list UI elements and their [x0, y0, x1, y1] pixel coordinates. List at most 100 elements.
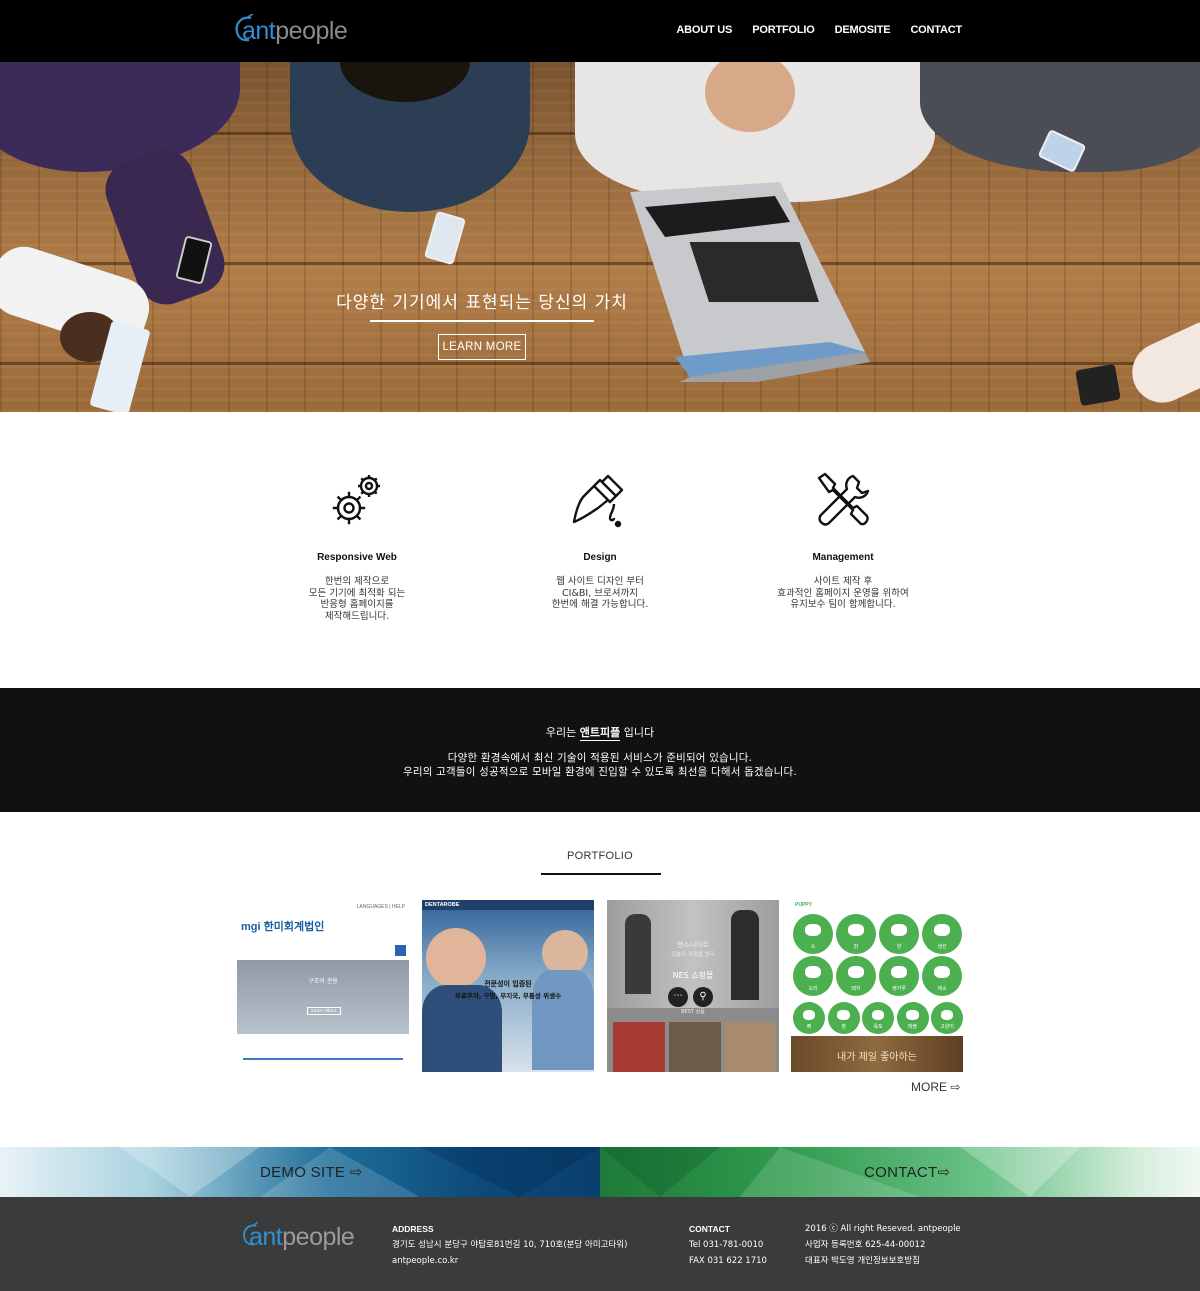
logo-arc-icon [243, 1221, 259, 1246]
representative-line[interactable]: 대표자 박도영 개인정보보호방침 [805, 1253, 961, 1269]
nav-demosite[interactable]: DEMOSITE [835, 24, 891, 36]
mgi-banner [237, 960, 409, 1034]
feature-responsive-web: Responsive Web 한번의 제작으로 모든 기기에 최적화 되는 반응… [257, 470, 457, 622]
nes-product [725, 1022, 775, 1072]
puppy-tile: 양 [879, 914, 919, 954]
site-header: ant people ABOUT US PORTFOLIO DEMOSITE CO… [0, 0, 1200, 62]
feature-title: Design [583, 552, 617, 563]
about-section: 우리는 앤트피플 입니다 다양한 환경속에서 최신 기술이 적용된 서비스가 준… [0, 688, 1200, 812]
portfolio-item-puppy[interactable]: PUPPY 소 닭 양 생선 오리 돼지 캥거루 채소 뼈 껌 육포 테블 고양이 내가 제일 좋아하는 [791, 900, 963, 1072]
paint-brush-icon [572, 474, 624, 528]
portfolio-item-dentarobe[interactable]: DENTAROBE 전문성이 입증된 무료주차, 구멍, 무지국, 무통성 위생… [422, 900, 594, 1072]
portfolio-item-nes-shop[interactable]: 앤소니아트 오늘이 가장을 돕다 NES 쇼핑몰 ⋯ ⚲ BEST 상품 [607, 900, 779, 1072]
dentarobe-brand: DENTAROBE [425, 902, 460, 908]
puppy-tile: 육포 [862, 1002, 894, 1034]
feature-design: Design 웹 사이트 디자인 부터 CI&BI, 브로셔까지 한번에 해결 … [500, 470, 700, 611]
feature-description: 사이트 제작 후 효과적인 홈페이지 운영을 위하여 유지보수 팀이 함께합니다… [777, 576, 909, 610]
puppy-banner-text: 내가 제일 좋아하는 [837, 1052, 917, 1063]
about-text: 다양한 환경속에서 최신 기술이 적용된 서비스가 준비되어 있습니다. 우리의… [403, 752, 797, 778]
animal-icon [805, 923, 821, 937]
puppy-tile-label: 캥거루 [892, 986, 906, 992]
feature-description: 웹 사이트 디자인 부터 CI&BI, 브로셔까지 한번에 해결 가능합니다. [551, 576, 649, 610]
arrow-right-icon: ⇨ [349, 1164, 363, 1181]
puppy-tile-label: 양 [896, 944, 902, 950]
arrow-right-icon: ⇨ [950, 1080, 961, 1094]
feature-management: Management 사이트 제작 후 효과적인 홈페이지 운영을 위하여 유지… [743, 470, 943, 611]
contact-banner[interactable]: CONTACT⇨ [600, 1147, 1200, 1197]
animal-icon [871, 1009, 885, 1020]
learn-more-button[interactable]: LEARN MORE [438, 334, 526, 360]
nav-contact[interactable]: CONTACT [910, 24, 962, 36]
puppy-tile-label: 고양이 [940, 1024, 954, 1030]
portfolio-heading: PORTFOLIO [566, 850, 634, 862]
nes-product [613, 1022, 665, 1072]
footer-logo[interactable]: ant people [243, 1221, 355, 1252]
site-logo[interactable]: ant people [235, 14, 348, 48]
puppy-tile-label: 소 [810, 944, 816, 950]
more-label: MORE [911, 1080, 947, 1094]
puppy-tile: 생선 [922, 914, 962, 954]
feature-title: Responsive Web [317, 552, 397, 563]
more-dots-icon[interactable]: ⋯ [668, 987, 688, 1007]
nes-best-tag: BEST 상품 [681, 1009, 705, 1015]
mgi-menu-icon [395, 945, 406, 956]
puppy-tile: 소 [793, 914, 833, 954]
contact-heading: CONTACT [689, 1224, 730, 1234]
puppy-tile: 채소 [922, 956, 962, 996]
feature-title: Management [812, 552, 874, 563]
dentarobe-caption-2: 무료주차, 구멍, 무지국, 무통성 위생수 [454, 992, 562, 1000]
portfolio-more-link[interactable]: MORE ⇨ [911, 1080, 960, 1094]
link-icon[interactable]: ⚲ [693, 987, 713, 1007]
footer-address: ADDRESS 경기도 성남시 분당구 야탑로81번길 10, 710호(분당 … [392, 1221, 627, 1269]
puppy-tile-label: 닭 [853, 944, 859, 950]
smartphone-icon [1075, 363, 1121, 407]
nes-label: NES 쇼핑몰 [672, 971, 714, 980]
hero-title: 다양한 기기에서 표현되는 당신의 가치 [336, 293, 628, 313]
nav-portfolio[interactable]: PORTFOLIO [752, 24, 815, 36]
puppy-tile: 돼지 [836, 956, 876, 996]
puppy-tile: 뼈 [793, 1002, 825, 1034]
puppy-tile: 닭 [836, 914, 876, 954]
puppy-tile: 캥거루 [879, 956, 919, 996]
puppy-tile-label: 채소 [937, 986, 947, 992]
puppy-tile-label: 육포 [873, 1024, 883, 1030]
animal-icon [906, 1009, 919, 1020]
hero-banner: 다양한 기기에서 표현되는 당신의 가치 LEARN MORE [0, 62, 1200, 412]
address-line: 경기도 성남시 분당구 야탑로81번길 10, 710호(분당 아미고타워) [392, 1240, 628, 1250]
copyright-line: 2016 ⓒ All right Reseved. antpeople [805, 1224, 961, 1234]
puppy-tile: 테블 [896, 1002, 929, 1034]
portfolio-divider [541, 873, 661, 875]
mgi-learn-more: Learn More [307, 1007, 341, 1015]
mgi-brand: mgi 한미회계법인 [241, 921, 325, 933]
puppy-tile: 껌 [827, 1002, 860, 1034]
footer-contact: CONTACT Tel 031-781-0010 FAX 031 622 171… [689, 1221, 767, 1269]
feature-description: 한번의 제작으로 모든 기기에 최적화 되는 반응형 홈페이지를 제작해드립니다… [308, 576, 406, 622]
website-line[interactable]: antpeople.co.kr [392, 1253, 627, 1269]
logo-arc-icon [235, 14, 254, 42]
demo-site-banner[interactable]: DEMO SITE ⇨ [0, 1147, 600, 1197]
animal-icon [940, 1009, 954, 1020]
logo-people-text: people [275, 16, 348, 45]
mgi-top-links: LANGUAGES | HELP [356, 904, 405, 910]
animal-icon [802, 1009, 816, 1020]
portfolio-item-mgi[interactable]: LANGUAGES | HELP mgi 한미회계법인 구조와 관용 Learn… [237, 900, 409, 1072]
address-heading: ADDRESS [392, 1224, 434, 1234]
nes-product [669, 1022, 721, 1072]
arrow-right-icon: ⇨ [937, 1164, 951, 1181]
puppy-tile-label: 오리 [808, 986, 818, 992]
puppy-tile: 고양이 [931, 1002, 963, 1034]
mgi-banner-title: 구조와 관용 [308, 978, 338, 985]
animal-icon [848, 965, 864, 979]
animal-icon [848, 923, 864, 937]
puppy-tile-label: 껌 [841, 1024, 846, 1030]
gears-icon [332, 475, 380, 525]
contact-label: CONTACT⇨ [864, 1163, 950, 1181]
about-suffix: 입니다 [620, 726, 655, 739]
nav-about-us[interactable]: ABOUT US [676, 24, 732, 36]
main-nav: ABOUT US PORTFOLIO DEMOSITE CONTACT [676, 24, 962, 36]
puppy-tile: 오리 [793, 956, 833, 996]
animal-icon [805, 965, 821, 979]
puppy-tile-label: 돼지 [851, 986, 861, 992]
puppy-tile-label: 생선 [937, 944, 947, 950]
wood-plank-seam [0, 362, 1200, 365]
